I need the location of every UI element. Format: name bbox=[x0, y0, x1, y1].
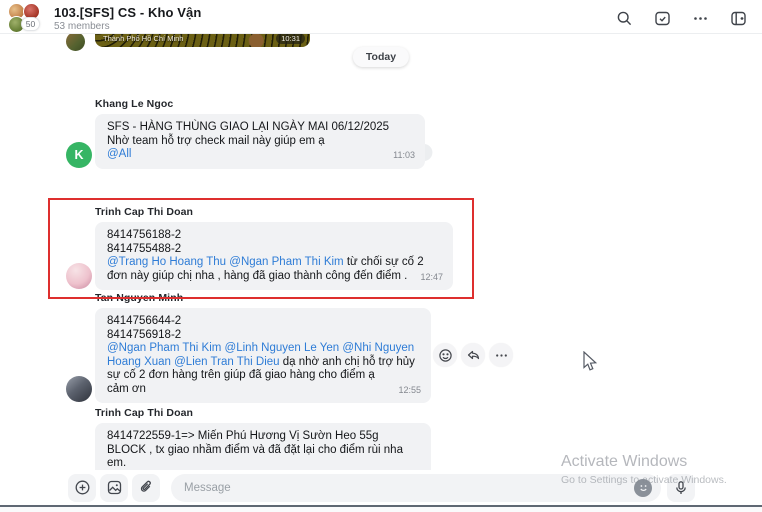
message-text: 8414756644-2 bbox=[107, 315, 182, 327]
message-row: K Khang Le Ngoc SFS - HÀNG THÙNG GIAO LẠI … bbox=[66, 98, 425, 169]
group-avatar[interactable]: 50 bbox=[8, 3, 46, 34]
group-member-badge: 50 bbox=[21, 17, 40, 31]
avatar[interactable] bbox=[66, 376, 92, 402]
sender-name: Tan Nguyen Minh bbox=[95, 292, 184, 304]
message-time: 12:55 bbox=[398, 384, 421, 395]
message-row: Tan Nguyen Minh 8414756644-2 8414756918-2 @… bbox=[66, 292, 431, 403]
window-bottom-edge bbox=[0, 505, 762, 512]
conversation-title: 103.[SFS] CS - Kho Vận bbox=[54, 5, 202, 20]
message-text: 8414756188-2 bbox=[107, 229, 182, 241]
more-icon[interactable] bbox=[686, 7, 714, 29]
sender-name: Trinh Cap Thi Doan bbox=[95, 407, 194, 419]
avatar[interactable]: K bbox=[66, 141, 92, 168]
emoji-reaction-icon[interactable] bbox=[433, 343, 457, 367]
message-input[interactable] bbox=[171, 473, 661, 502]
open-conversation-panel-icon[interactable] bbox=[724, 7, 752, 29]
mention-link[interactable]: @All bbox=[107, 148, 131, 160]
date-divider: Today bbox=[352, 47, 410, 67]
message-row: Trinh Cap Thi Doan 8414756188-2 8414755488… bbox=[66, 206, 453, 290]
avatar[interactable] bbox=[66, 32, 85, 51]
task-check-icon[interactable] bbox=[648, 7, 676, 29]
message-composer bbox=[0, 470, 762, 505]
sender-name: Khang Le Ngoc bbox=[95, 98, 174, 110]
avatar[interactable] bbox=[66, 263, 92, 289]
more-icon[interactable] bbox=[489, 343, 513, 367]
chat-header: 50 103.[SFS] CS - Kho Vận 53 members bbox=[0, 0, 762, 34]
message-bubble[interactable]: SFS - HÀNG THÙNG GIAO LẠI NGÀY MAI 06/12… bbox=[95, 114, 425, 169]
add-circle-icon[interactable] bbox=[68, 473, 96, 502]
member-count[interactable]: 53 members bbox=[54, 21, 110, 32]
sender-name: Trinh Cap Thi Doan bbox=[95, 206, 194, 218]
message-bubble[interactable]: 8414756188-2 8414755488-2 @Trang Ho Hoang … bbox=[95, 222, 453, 290]
message-text: cảm ơn bbox=[107, 382, 146, 395]
message-text: 8414722559-1=> Miến Phú Hương Vị Sườn He… bbox=[107, 430, 403, 469]
message-time: 12:47 bbox=[420, 271, 443, 282]
reply-icon[interactable] bbox=[461, 343, 485, 367]
message-text: 8414755488-2 bbox=[107, 242, 182, 255]
image-icon[interactable] bbox=[100, 473, 128, 502]
emoji-icon[interactable] bbox=[634, 478, 652, 497]
message-text: SFS - HÀNG THÙNG GIAO LẠI NGÀY MAI 06/12… bbox=[107, 121, 390, 147]
message-time: 11:03 bbox=[393, 150, 415, 160]
message-text: 8414756918-2 bbox=[107, 328, 182, 341]
microphone-icon[interactable] bbox=[667, 473, 695, 502]
message-list[interactable]: Thành Phố Hồ Chí Minh 10:31 Today Unread… bbox=[0, 16, 762, 512]
photo-caption: Thành Phố Hồ Chí Minh bbox=[103, 34, 184, 43]
search-icon[interactable] bbox=[610, 7, 638, 29]
attachment-icon[interactable] bbox=[132, 473, 160, 502]
message-bubble[interactable]: 8414756644-2 8414756918-2 @Ngan Pham Thi K… bbox=[95, 308, 431, 403]
mention-link[interactable]: @Trang Ho Hoang Thu @Ngan Pham Thi Kim bbox=[107, 256, 344, 268]
message-hover-actions bbox=[433, 343, 513, 367]
message-time: 10:31 bbox=[276, 33, 305, 44]
